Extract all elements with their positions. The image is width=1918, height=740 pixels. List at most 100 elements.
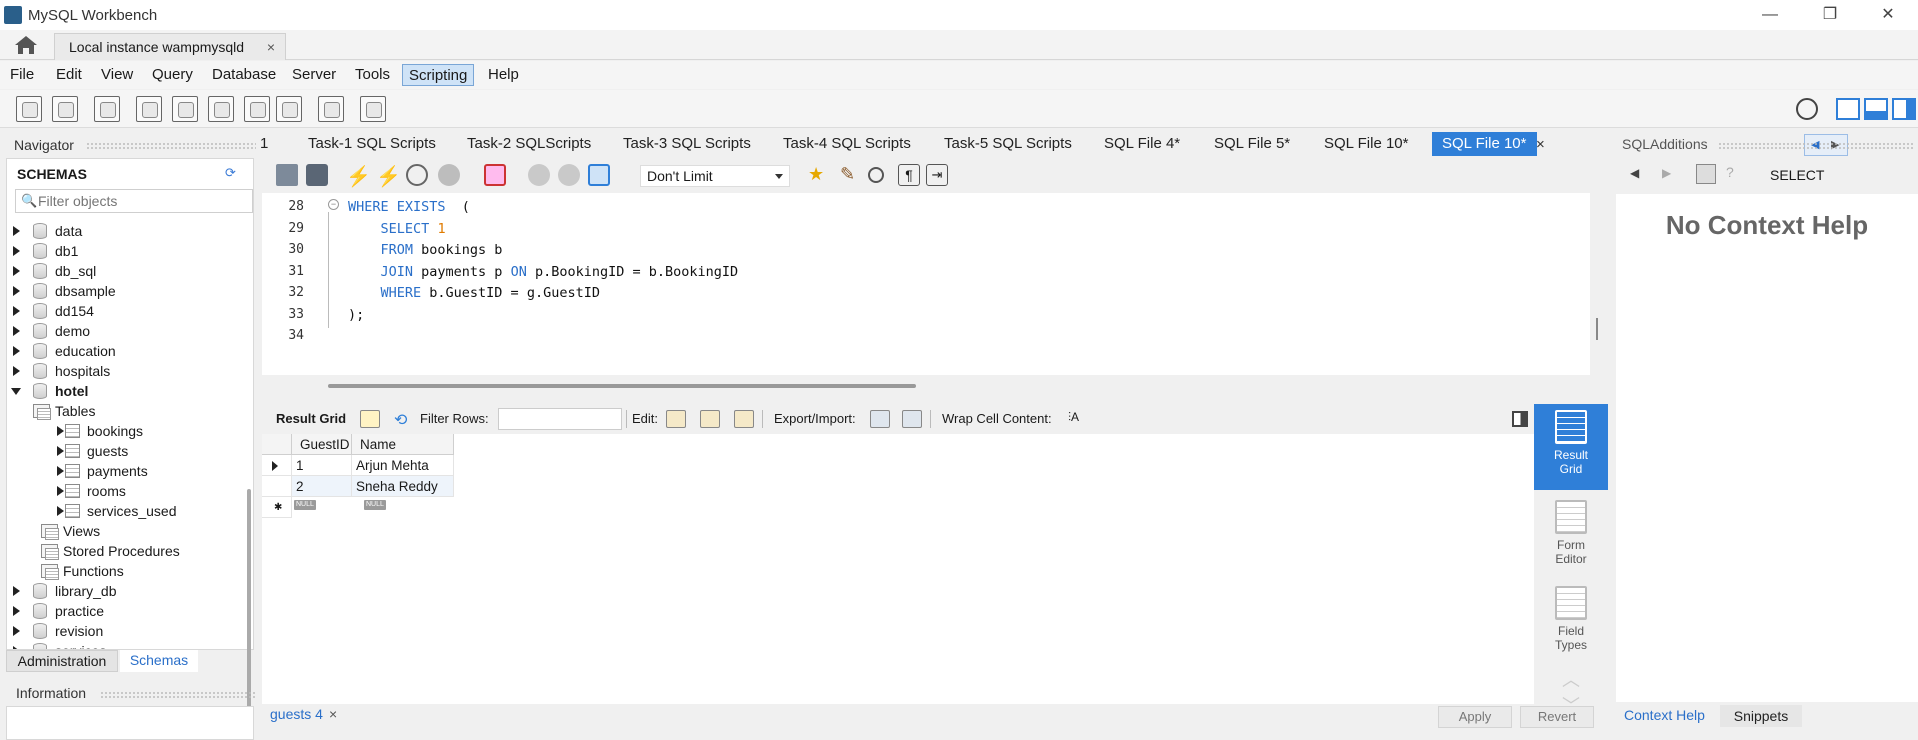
filter-objects-field[interactable]: 🔍 [15, 189, 253, 213]
menu-tools[interactable]: Tools [349, 64, 396, 86]
sql-editor[interactable]: 28 WHERE EXISTS (29 SELECT 1 30 FROM booki… [262, 193, 1590, 375]
import-icon[interactable] [902, 410, 922, 428]
new-row-marker[interactable]: ✱ [262, 497, 292, 518]
expand-triangle-right-icon[interactable] [13, 346, 20, 356]
invisible-chars-icon[interactable]: ¶ [898, 164, 920, 186]
expand-triangle-right-icon[interactable] [13, 366, 20, 376]
grid-layout-icon[interactable] [360, 410, 380, 428]
code-line[interactable]: SELECT 1 [348, 221, 446, 237]
export-icon[interactable] [870, 410, 890, 428]
table-cell[interactable]: Sneha Reddy [352, 476, 454, 497]
menu-scripting[interactable]: Scripting [402, 64, 475, 86]
menu-view[interactable]: View [95, 64, 139, 86]
inspector-icon[interactable] [94, 96, 120, 122]
filter-rows-input[interactable] [498, 408, 622, 430]
sql-additions-grip[interactable] [1718, 142, 1914, 149]
code-line[interactable]: FROM bookings b [348, 242, 503, 258]
row-selector[interactable] [262, 476, 292, 497]
search-table-data-icon[interactable] [318, 96, 344, 122]
explain-icon[interactable] [406, 164, 428, 186]
forward-icon[interactable]: ▶ [1662, 166, 1671, 180]
close-tab-icon[interactable]: × [1536, 136, 1545, 153]
tab-snippets[interactable]: Snippets [1720, 705, 1802, 727]
execute-current-icon[interactable]: ⚡ [376, 164, 401, 188]
insert-row-icon[interactable] [700, 410, 720, 428]
back-icon[interactable]: ◀ [1630, 166, 1639, 180]
wrap-cell-icon[interactable]: ⫶A [1068, 410, 1088, 428]
tab-sql-file-10-active[interactable]: SQL File 10* [1432, 132, 1537, 156]
refresh-results-icon[interactable]: ⟲ [394, 410, 414, 429]
expand-triangle-right-icon[interactable] [13, 286, 20, 296]
tab-task-3[interactable]: Task-3 SQL Scripts [623, 132, 751, 156]
create-procedure-icon[interactable] [244, 96, 270, 122]
tab-administration[interactable]: Administration [6, 650, 118, 672]
commit-icon[interactable] [528, 164, 550, 186]
tab-sql-file-10[interactable]: SQL File 10* [1324, 132, 1409, 156]
menu-edit[interactable]: Edit [50, 64, 88, 86]
tab-task-2[interactable]: Task-2 SQLScripts [467, 132, 591, 156]
filter-objects-input[interactable] [38, 192, 248, 210]
restore-button[interactable]: ❐ [1810, 4, 1850, 26]
delete-row-icon[interactable] [734, 410, 754, 428]
table-cell[interactable]: 1 [292, 455, 352, 476]
close-result-tab-icon[interactable]: × [329, 706, 337, 722]
reconnect-icon[interactable] [360, 96, 386, 122]
find-icon[interactable] [868, 167, 884, 183]
fold-toggle-icon[interactable]: − [328, 199, 339, 210]
manual-help-icon[interactable] [1696, 164, 1716, 184]
expand-triangle-right-icon[interactable] [13, 606, 20, 616]
revert-button[interactable]: Revert [1520, 706, 1594, 728]
toggle-output-icon[interactable] [1864, 98, 1888, 120]
tab-task-4[interactable]: Task-4 SQL Scripts [783, 132, 911, 156]
expand-triangle-right-icon[interactable] [13, 226, 20, 236]
rollback-icon[interactable] [558, 164, 580, 186]
information-grip[interactable] [100, 691, 256, 698]
table-cell[interactable]: Arjun Mehta [352, 455, 454, 476]
expand-triangle-down-icon[interactable] [11, 388, 21, 395]
beautify-icon[interactable]: ✎ [840, 164, 862, 186]
open-file-icon[interactable] [276, 164, 298, 186]
tab-sql-file-4[interactable]: SQL File 4* [1104, 132, 1180, 156]
minimize-button[interactable]: — [1750, 4, 1790, 26]
expand-triangle-right-icon[interactable] [13, 306, 20, 316]
expand-triangle-right-icon[interactable] [57, 426, 64, 436]
column-header-name[interactable]: Name [352, 434, 454, 455]
toggle-result-panel-icon[interactable] [1512, 411, 1528, 427]
menu-server[interactable]: Server [286, 64, 342, 86]
tab-overflow[interactable]: 1 [260, 132, 268, 156]
create-table-icon[interactable] [172, 96, 198, 122]
execute-icon[interactable]: ⚡ [346, 164, 371, 188]
column-header-guestid[interactable]: GuestID [292, 434, 352, 455]
menu-database[interactable]: Database [206, 64, 282, 86]
autocommit-icon[interactable] [588, 164, 610, 186]
add-snippet-icon[interactable]: ★ [808, 164, 830, 186]
apply-button[interactable]: Apply [1438, 706, 1512, 728]
edit-row-icon[interactable] [666, 410, 686, 428]
code-line[interactable]: WHERE EXISTS ( [348, 199, 470, 215]
home-icon[interactable] [12, 34, 40, 56]
create-schema-icon[interactable] [136, 96, 162, 122]
editor-vertical-scrollbar[interactable] [1596, 318, 1598, 340]
new-sql-tab-icon[interactable] [16, 96, 42, 122]
editor-horizontal-scrollbar[interactable] [328, 384, 916, 388]
tab-sql-file-5[interactable]: SQL File 5* [1214, 132, 1290, 156]
topic-select[interactable]: SELECT [1766, 164, 1914, 186]
connection-tab[interactable]: Local instance wampmysqld × [54, 33, 286, 60]
close-window-button[interactable]: ✕ [1868, 4, 1908, 26]
navigator-grip[interactable] [86, 142, 256, 149]
save-icon[interactable] [306, 164, 328, 186]
tab-schemas[interactable]: Schemas [120, 650, 198, 672]
code-line[interactable]: ); [348, 307, 364, 323]
result-grid-mode-button[interactable]: Result Grid [1534, 404, 1608, 490]
expand-triangle-right-icon[interactable] [13, 246, 20, 256]
expand-triangle-right-icon[interactable] [13, 626, 20, 636]
code-line[interactable]: WHERE b.GuestID = g.GuestID [348, 285, 600, 301]
word-wrap-icon[interactable]: ⇥ [926, 164, 948, 186]
result-tab-guests[interactable]: guests 4 × [270, 706, 337, 722]
row-selector[interactable] [262, 455, 292, 476]
menu-help[interactable]: Help [482, 64, 525, 86]
toggle-additions-icon[interactable] [1892, 98, 1916, 120]
create-function-icon[interactable] [276, 96, 302, 122]
auto-help-icon[interactable]: ? [1726, 164, 1746, 184]
toggle-sidebar-icon[interactable] [1836, 98, 1860, 120]
